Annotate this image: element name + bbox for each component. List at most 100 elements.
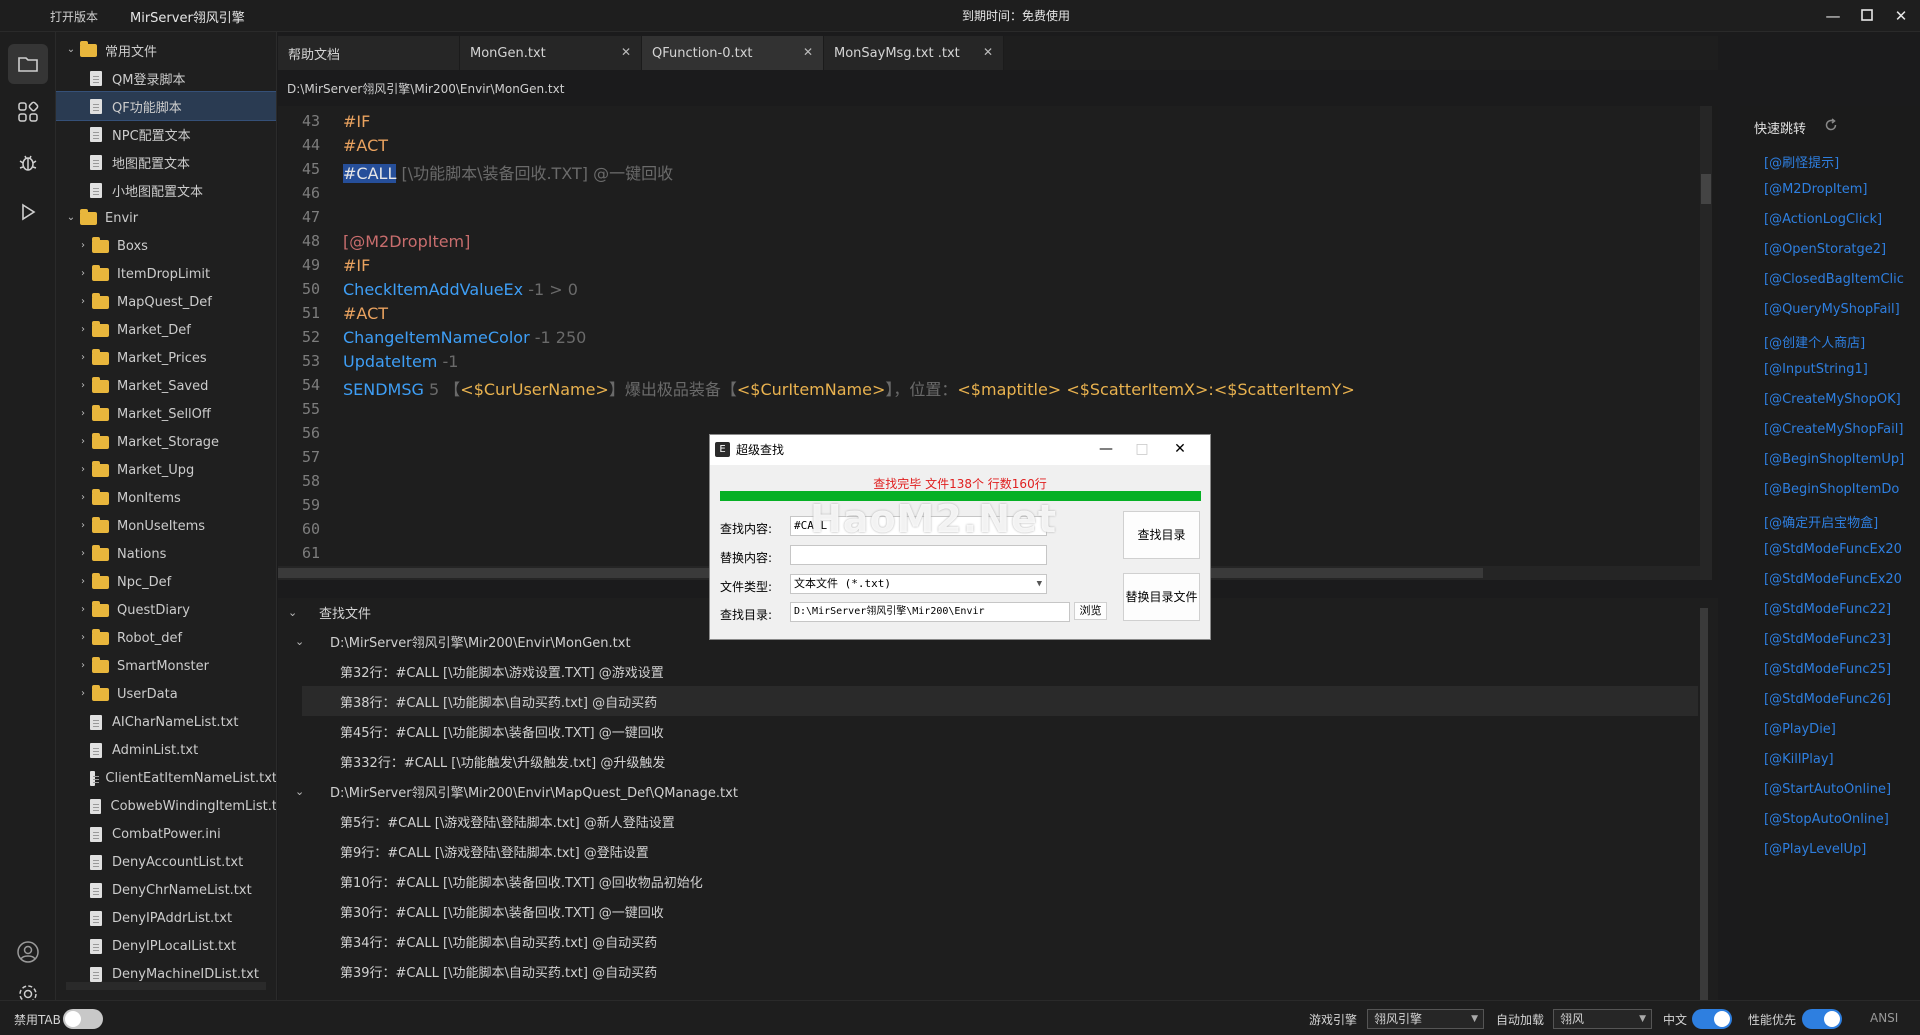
tree-horizontal-scrollbar[interactable] xyxy=(66,982,266,990)
chevron-right-icon[interactable]: › xyxy=(78,605,88,615)
chevron-right-icon[interactable]: › xyxy=(78,465,88,475)
tree-item[interactable]: ⌄ Envir xyxy=(56,204,276,232)
quick-jump-link[interactable]: [@确定开启宝物盒] xyxy=(1764,512,1914,531)
result-match-row[interactable]: 第10行：#CALL [\功能脚本\装备回收.TXT] @回收物品初始化 xyxy=(302,866,1698,896)
replace-dir-button[interactable]: 替换目录文件 xyxy=(1123,573,1200,621)
tree-item[interactable]: NPC配置文本 xyxy=(56,120,276,148)
tree-item[interactable]: › Market_Prices xyxy=(56,344,276,372)
refresh-icon[interactable] xyxy=(1824,118,1838,136)
tree-item[interactable]: › Robot_def xyxy=(56,624,276,652)
quick-jump-link[interactable]: [@OpenStoratge2] xyxy=(1764,242,1914,257)
chevron-down-icon[interactable]: ⌄ xyxy=(66,213,76,223)
tab-3[interactable]: MonSayMsg.txt .txt ✕ xyxy=(824,36,1004,70)
chinese-toggle[interactable] xyxy=(1692,1009,1732,1029)
tree-item[interactable]: 小地图配置文本 xyxy=(56,176,276,204)
tree-item[interactable]: › MonUseItems xyxy=(56,512,276,540)
quick-jump-link[interactable]: [@BeginShopItemUp] xyxy=(1764,452,1914,467)
tree-item[interactable]: DenyChrNameList.txt xyxy=(56,876,276,904)
chevron-right-icon[interactable]: › xyxy=(78,325,88,335)
tree-item[interactable]: › Market_SellOff xyxy=(56,400,276,428)
autoload-select[interactable]: 翎风 ▼ xyxy=(1553,1009,1652,1029)
replace-input[interactable] xyxy=(790,545,1047,565)
maximize-icon[interactable] xyxy=(1852,4,1882,28)
quick-jump-link[interactable]: [@StdModeFunc26] xyxy=(1764,692,1914,707)
chevron-right-icon[interactable]: › xyxy=(78,437,88,447)
quick-jump-link[interactable]: [@StartAutoOnline] xyxy=(1764,782,1914,797)
quick-jump-link[interactable]: [@QueryMyShopFail] xyxy=(1764,302,1914,317)
tree-item[interactable]: ⌄ 常用文件 xyxy=(56,36,276,64)
result-match-row[interactable]: 第39行：#CALL [\功能脚本\自动买药.txt] @自动买药 xyxy=(302,956,1698,986)
tab-close-icon[interactable]: ✕ xyxy=(621,45,631,59)
chevron-right-icon[interactable]: › xyxy=(78,353,88,363)
quick-jump-link[interactable]: [@StopAutoOnline] xyxy=(1764,812,1914,827)
tree-item[interactable]: AICharNameList.txt xyxy=(56,708,276,736)
tree-item[interactable]: AdminList.txt xyxy=(56,736,276,764)
engine-select[interactable]: 翎风引擎 ▼ xyxy=(1367,1009,1484,1029)
file-type-select[interactable]: 文本文件 (*.txt) ▼ xyxy=(790,574,1047,594)
chevron-right-icon[interactable]: › xyxy=(78,297,88,307)
tree-item[interactable]: › Market_Upg xyxy=(56,456,276,484)
quick-jump-link[interactable]: [@KillPlay] xyxy=(1764,752,1914,767)
editor-vertical-scrollbar[interactable] xyxy=(1700,106,1712,580)
account-icon[interactable] xyxy=(8,932,48,972)
tab-1[interactable]: MonGen.txt ✕ xyxy=(460,36,642,70)
result-match-row[interactable]: 第38行：#CALL [\功能脚本\自动买药.txt] @自动买药 xyxy=(302,686,1698,716)
tree-item[interactable]: › Market_Storage xyxy=(56,428,276,456)
encoding-label[interactable]: ANSI xyxy=(1870,1011,1898,1025)
disable-tab-toggle[interactable] xyxy=(63,1009,103,1029)
tab-2[interactable]: QFunction-0.txt ✕ xyxy=(642,36,824,70)
result-file-row[interactable]: ⌄ D:\MirServer翎风引擎\Mir200\Envir\MapQuest_… xyxy=(278,776,1698,806)
quick-jump-link[interactable]: [@CreateMyShopOK] xyxy=(1764,392,1914,407)
chevron-right-icon[interactable]: › xyxy=(78,689,88,699)
performance-toggle[interactable] xyxy=(1802,1009,1842,1029)
dialog-minimize-icon[interactable]: — xyxy=(1094,439,1118,459)
quick-jump-link[interactable]: [@StdModeFuncEx20 xyxy=(1764,572,1914,587)
quick-jump-link[interactable]: [@创建个人商店] xyxy=(1764,332,1914,351)
tree-item[interactable]: › MapQuest_Def xyxy=(56,288,276,316)
find-dir-button[interactable]: 查找目录 xyxy=(1123,511,1200,559)
debug-icon[interactable] xyxy=(8,142,48,182)
quick-jump-link[interactable]: [@M2DropItem] xyxy=(1764,182,1914,197)
minimize-icon[interactable]: — xyxy=(1818,4,1848,28)
quick-jump-link[interactable]: [@StdModeFunc22] xyxy=(1764,602,1914,617)
result-match-row[interactable]: 第34行：#CALL [\功能脚本\自动买药.txt] @自动买药 xyxy=(302,926,1698,956)
result-match-row[interactable]: 第30行：#CALL [\功能脚本\装备回收.TXT] @一键回收 xyxy=(302,896,1698,926)
tree-item[interactable]: QM登录脚本 xyxy=(56,64,276,92)
chevron-right-icon[interactable]: › xyxy=(78,241,88,251)
tree-item[interactable]: ClientEatItemNameList.txt xyxy=(56,764,276,792)
tab-0[interactable]: 帮助文档 xyxy=(278,36,460,70)
quick-jump-link[interactable]: [@刷怪提示] xyxy=(1764,152,1914,171)
chevron-right-icon[interactable]: › xyxy=(78,661,88,671)
quick-jump-link[interactable]: [@ClosedBagItemClic xyxy=(1764,272,1914,287)
quick-jump-link[interactable]: [@InputString1] xyxy=(1764,362,1914,377)
tree-item[interactable]: 地图配置文本 xyxy=(56,148,276,176)
chevron-right-icon[interactable]: › xyxy=(78,633,88,643)
chevron-right-icon[interactable]: › xyxy=(78,269,88,279)
tree-item[interactable]: › SmartMonster xyxy=(56,652,276,680)
chevron-down-icon[interactable]: ⌄ xyxy=(295,785,304,798)
chevron-right-icon[interactable]: › xyxy=(78,577,88,587)
tree-item[interactable]: › Market_Saved xyxy=(56,372,276,400)
files-icon[interactable] xyxy=(8,44,48,84)
chevron-down-icon[interactable]: ⌄ xyxy=(295,635,304,648)
open-version-menu[interactable]: 打开版本 xyxy=(50,8,98,25)
tree-item[interactable]: › ItemDropLimit xyxy=(56,260,276,288)
chevron-down-icon[interactable]: ⌄ xyxy=(288,606,297,619)
tree-item[interactable]: › QuestDiary xyxy=(56,596,276,624)
browse-button[interactable]: 浏览 xyxy=(1074,602,1107,620)
extensions-icon[interactable] xyxy=(8,92,48,132)
results-scrollbar[interactable] xyxy=(1700,608,1708,1000)
tree-item[interactable]: › UserData xyxy=(56,680,276,708)
dialog-titlebar[interactable]: E 超级查找 — □ ✕ xyxy=(710,435,1210,465)
tree-item[interactable]: › Npc_Def xyxy=(56,568,276,596)
quick-jump-link[interactable]: [@BeginShopItemDo xyxy=(1764,482,1914,497)
result-match-row[interactable]: 第332行：#CALL [\功能触发\升级触发.txt] @升级触发 xyxy=(302,746,1698,776)
tree-item[interactable]: › Nations xyxy=(56,540,276,568)
quick-jump-link[interactable]: [@StdModeFunc25] xyxy=(1764,662,1914,677)
tree-item[interactable]: DenyIPLocalList.txt xyxy=(56,932,276,960)
chevron-right-icon[interactable]: › xyxy=(78,521,88,531)
quick-jump-link[interactable]: [@PlayLevelUp] xyxy=(1764,842,1914,857)
quick-jump-link[interactable]: [@CreateMyShopFail] xyxy=(1764,422,1914,437)
tab-close-icon[interactable]: ✕ xyxy=(803,45,813,59)
find-dir-input[interactable]: D:\MirServer翎风引擎\Mir200\Envir xyxy=(790,602,1070,622)
